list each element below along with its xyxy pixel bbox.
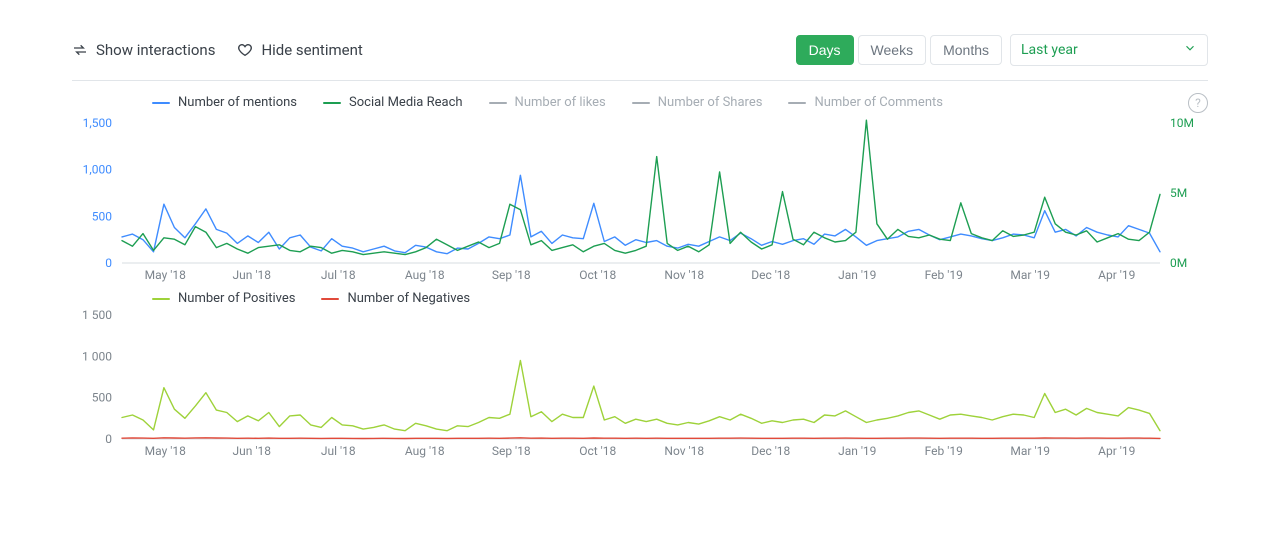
svg-text:500: 500 — [92, 391, 112, 405]
svg-text:Aug '18: Aug '18 — [405, 268, 445, 282]
svg-text:Jan '19: Jan '19 — [838, 444, 876, 458]
top-chart: Number of mentions Social Media Reach Nu… — [48, 81, 1232, 285]
bottom-chart: Number of Positives Number of Negatives … — [48, 285, 1232, 461]
legend-comments[interactable]: Number of Comments — [788, 95, 943, 110]
svg-text:Dec '18: Dec '18 — [751, 444, 790, 458]
top-chart-svg: 0 500 1,000 1,500 0M 5M 10M May '18 Jun '18 Jul '… — [72, 95, 1208, 285]
svg-text:Dec '18: Dec '18 — [751, 268, 790, 282]
legend-negatives[interactable]: Number of Negatives — [321, 291, 470, 306]
granularity-weeks[interactable]: Weeks — [858, 35, 927, 65]
svg-text:Jun '18: Jun '18 — [233, 268, 272, 282]
heart-icon — [237, 42, 253, 58]
legend-shares[interactable]: Number of Shares — [632, 95, 763, 110]
top-chart-legend: Number of mentions Social Media Reach Nu… — [152, 95, 943, 110]
svg-text:Feb '19: Feb '19 — [925, 444, 963, 458]
svg-text:Aug '18: Aug '18 — [405, 444, 445, 458]
svg-text:May '18: May '18 — [145, 444, 186, 458]
svg-text:5M: 5M — [1170, 186, 1187, 200]
svg-text:1,500: 1,500 — [83, 116, 113, 130]
svg-text:Feb '19: Feb '19 — [925, 268, 963, 282]
toolbar-left: Show interactions Hide sentiment — [72, 41, 363, 59]
granularity-segmented: Days Weeks Months — [796, 35, 1002, 65]
chevron-down-icon — [1183, 41, 1197, 59]
svg-text:Nov '18: Nov '18 — [664, 268, 704, 282]
granularity-days[interactable]: Days — [796, 35, 854, 65]
svg-text:1,000: 1,000 — [83, 163, 113, 177]
svg-text:May '18: May '18 — [145, 268, 186, 282]
svg-text:Oct '18: Oct '18 — [579, 444, 616, 458]
swap-horizontal-icon — [72, 42, 88, 58]
toolbar-right: Days Weeks Months Last year — [796, 34, 1208, 66]
hide-sentiment-button[interactable]: Hide sentiment — [237, 41, 362, 59]
granularity-months[interactable]: Months — [930, 35, 1002, 65]
svg-text:Nov '18: Nov '18 — [664, 444, 704, 458]
help-icon[interactable]: ? — [1188, 93, 1208, 113]
legend-likes[interactable]: Number of likes — [489, 95, 606, 110]
svg-text:Jul '18: Jul '18 — [321, 444, 356, 458]
svg-text:0: 0 — [105, 256, 112, 270]
legend-mentions[interactable]: Number of mentions — [152, 95, 297, 110]
svg-text:Sep '18: Sep '18 — [492, 444, 531, 458]
svg-text:Sep '18: Sep '18 — [492, 268, 531, 282]
bottom-chart-legend: Number of Positives Number of Negatives — [152, 291, 470, 306]
legend-positives[interactable]: Number of Positives — [152, 291, 295, 306]
svg-text:Apr '19: Apr '19 — [1098, 444, 1135, 458]
toolbar: Show interactions Hide sentiment Days We… — [48, 28, 1232, 80]
legend-reach[interactable]: Social Media Reach — [323, 95, 463, 110]
svg-text:Jun '18: Jun '18 — [233, 444, 272, 458]
date-range-label: Last year — [1021, 42, 1078, 58]
date-range-select[interactable]: Last year — [1010, 34, 1208, 66]
svg-text:1 000: 1 000 — [82, 349, 112, 363]
svg-text:10M: 10M — [1170, 116, 1194, 130]
show-interactions-button[interactable]: Show interactions — [72, 41, 215, 59]
svg-text:Oct '18: Oct '18 — [579, 268, 616, 282]
page: Show interactions Hide sentiment Days We… — [0, 0, 1280, 534]
svg-text:Jul '18: Jul '18 — [321, 268, 356, 282]
svg-text:Mar '19: Mar '19 — [1010, 444, 1050, 458]
svg-text:Apr '19: Apr '19 — [1098, 268, 1135, 282]
svg-text:0: 0 — [105, 432, 112, 446]
svg-text:Jan '19: Jan '19 — [838, 268, 876, 282]
svg-text:500: 500 — [92, 209, 112, 223]
bottom-chart-svg: 0 500 1 000 1 500 May '18 Jun '18 Jul '18 Aug '… — [72, 291, 1208, 461]
show-interactions-label: Show interactions — [96, 41, 215, 59]
hide-sentiment-label: Hide sentiment — [261, 41, 362, 59]
svg-text:0M: 0M — [1170, 256, 1187, 270]
svg-text:1 500: 1 500 — [82, 308, 112, 322]
svg-text:Mar '19: Mar '19 — [1010, 268, 1050, 282]
